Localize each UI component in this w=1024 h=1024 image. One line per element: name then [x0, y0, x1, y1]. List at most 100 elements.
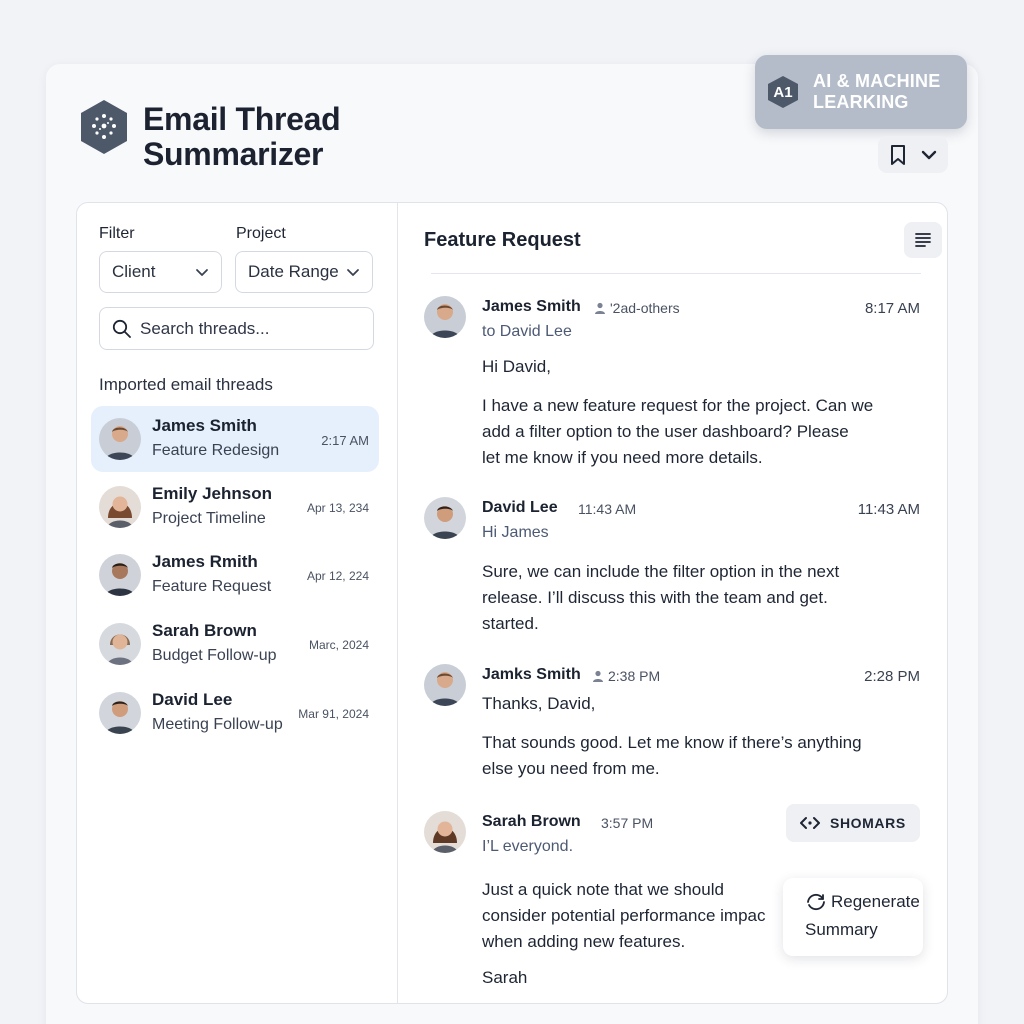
section-title: Imported email threads [99, 375, 273, 394]
summary-list-button[interactable] [904, 222, 942, 258]
person-icon [593, 670, 603, 682]
chevron-down-icon[interactable] [921, 149, 937, 161]
thread-date: Marc, 2024 [308, 638, 369, 652]
person-icon [595, 302, 605, 314]
message-meta-text: '2ad-others [610, 300, 680, 316]
message-time: 11:43 AM [857, 501, 920, 518]
content-panel: Filter Project Client Date Range Importe… [76, 202, 948, 1004]
message-meta: 2:38 PM [592, 668, 660, 684]
avatar [424, 296, 466, 338]
badge-code: A1 [773, 83, 793, 101]
list-icon [915, 233, 931, 247]
thread-subject: Meeting Follow-up [152, 716, 283, 733]
thread-name: James Smith [152, 416, 257, 435]
badge-hex-icon: A1 [767, 75, 799, 109]
thread-subject: Feature Redesign [152, 442, 280, 459]
avatar [424, 497, 466, 539]
thread-name: David Lee [152, 690, 233, 709]
message-sender: Sarah Brown [482, 813, 581, 830]
code-icon [800, 817, 820, 829]
body-line: started. [482, 614, 539, 633]
category-badge[interactable]: A1 AI & MACHINE LEARKING [755, 55, 967, 129]
message-greeting: Hi David, [482, 357, 551, 376]
chevron-down-icon [196, 269, 208, 276]
message: James Smith '2ad-others 8:17 AM to David… [424, 296, 924, 476]
avatar [99, 554, 141, 596]
top-actions [878, 136, 948, 173]
message-recipient: Hi James [482, 524, 549, 541]
body-line: That sounds good. Let me know if there’s… [482, 733, 862, 752]
message-sender: James Smith [482, 298, 581, 315]
thread-date: Mar 91, 2024 [298, 707, 369, 721]
thread-title: Feature Request [424, 229, 581, 251]
search-icon [112, 319, 131, 338]
message-body: That sounds good. Let me know if there’s… [482, 730, 862, 782]
avatar [99, 623, 141, 665]
project-label: Project [236, 225, 286, 242]
message-meta: '2ad-others [594, 300, 680, 316]
logo-hex-icon [81, 100, 127, 154]
message-meta-text: 2:38 PM [608, 668, 661, 684]
body-line: release. I’ll discuss this with the team… [482, 588, 828, 607]
badge-line-2: LEARKING [813, 92, 909, 112]
app-title: Email Thread Summarizer [143, 101, 341, 172]
message-sender: Jamks Smith [482, 666, 581, 683]
thread-item[interactable]: David Lee Meeting Follow-up Mar 91, 2024 [91, 680, 379, 746]
filter-select-value: Client [112, 262, 156, 281]
regenerate-label-2: Summary [805, 920, 878, 939]
project-select[interactable]: Date Range [235, 251, 373, 293]
thread-item[interactable]: James Rmith Feature Request Apr 12, 224 [91, 542, 379, 608]
body-line: let me know if you need more details. [482, 448, 763, 467]
regenerate-label-1: Regenerate [831, 892, 920, 911]
thread-subject: Budget Follow-up [152, 647, 277, 664]
regenerate-summary-button[interactable]: Regenerate Summary [783, 878, 923, 956]
thread-name: Sarah Brown [152, 621, 257, 640]
message-meta: 3:57 PM [601, 815, 654, 831]
chevron-down-icon [347, 269, 359, 276]
message-greeting: Thanks, David, [482, 694, 596, 713]
thread-name: Emily Jehnson [152, 484, 272, 503]
thread-item[interactable]: James Smith Feature Redesign 2:17 AM [91, 406, 379, 472]
body-line: I have a new feature request for the pro… [482, 396, 874, 415]
search-input[interactable] [140, 318, 360, 339]
thread-view: Feature Request James Smith '2ad-others … [399, 203, 947, 1003]
thread-date: Apr 13, 234 [306, 501, 369, 515]
thread-subject: Project Timeline [152, 510, 266, 527]
message-sender: David Lee [482, 499, 558, 516]
avatar [424, 811, 466, 853]
thread-subject: Feature Request [152, 578, 272, 595]
body-line: Sure, we can include the filter option i… [482, 562, 840, 581]
thread-item[interactable]: Emily Jehnson Project Timeline Apr 13, 2… [91, 474, 379, 540]
project-select-value: Date Range [248, 262, 339, 281]
badge-line-1: AI & MACHINE [813, 71, 941, 91]
thread-date: 2:17 AM [321, 433, 369, 448]
shomars-button[interactable]: SHOMARS [786, 804, 920, 842]
body-line: Just a quick note that we should [482, 880, 724, 899]
message-time: 8:17 AM [864, 300, 920, 317]
message: David Lee 11:43 AM 11:43 AM Hi James Sur… [424, 497, 924, 637]
shomars-label: SHOMARS [830, 815, 906, 831]
message-body: Just a quick note that we should conside… [482, 877, 765, 955]
message-body: Sure, we can include the filter option i… [482, 559, 839, 637]
body-line: add a filter option to the user dashboar… [482, 422, 849, 441]
bookmark-icon[interactable] [889, 144, 907, 165]
message-signature: Sarah [482, 968, 528, 987]
thread-item[interactable]: Sarah Brown Budget Follow-up Marc, 2024 [91, 611, 379, 677]
avatar [424, 664, 466, 706]
search-box [99, 307, 374, 350]
avatar [99, 692, 141, 734]
body-line: when adding new features. [482, 932, 686, 951]
thread-name: James Rmith [152, 552, 258, 571]
avatar [99, 486, 141, 528]
header-divider [431, 273, 921, 274]
message-recipient: I’L everyond. [482, 838, 574, 855]
body-line: consider potential performance impac [482, 906, 766, 925]
regenerate-icon [807, 893, 825, 911]
message-body: I have a new feature request for the pro… [482, 393, 873, 471]
filter-select[interactable]: Client [99, 251, 222, 293]
avatar [99, 418, 141, 460]
thread-sidebar: Filter Project Client Date Range Importe… [77, 203, 398, 1003]
message-time: 2:28 PM [864, 668, 920, 685]
thread-date: Apr 12, 224 [306, 569, 369, 583]
message-recipient: to David Lee [482, 323, 572, 340]
